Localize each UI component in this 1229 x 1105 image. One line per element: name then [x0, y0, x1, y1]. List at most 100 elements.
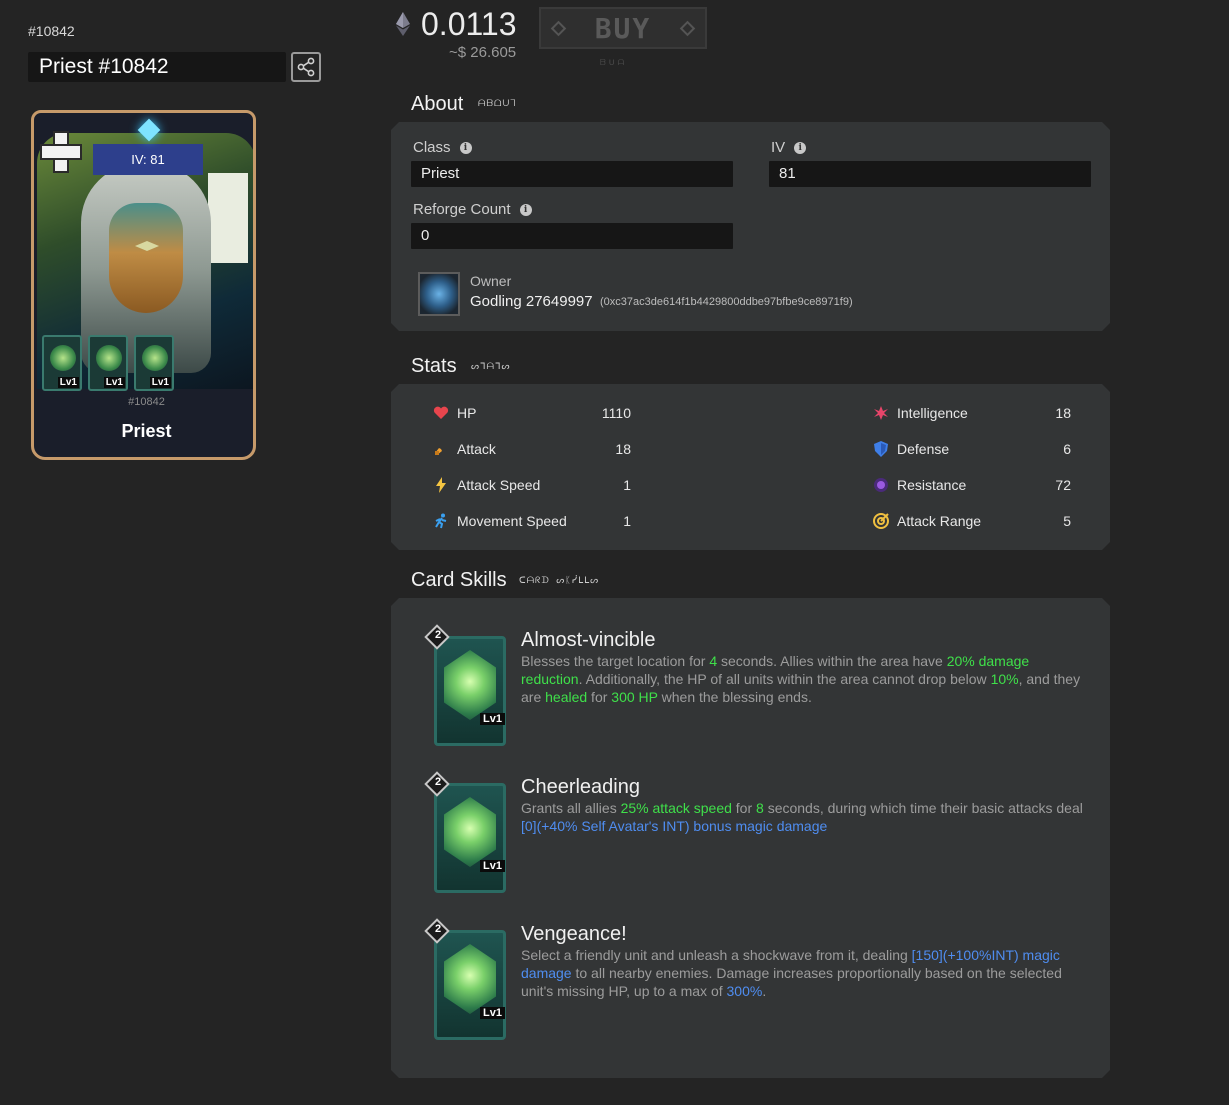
card-class-name: Priest	[121, 421, 172, 441]
buy-button[interactable]: BUY	[539, 7, 707, 49]
skill-text: for	[587, 689, 612, 705]
skill-description: Grants all allies 25% attack speed for 8…	[521, 799, 1086, 835]
card-skill-slots: Lv1 Lv1 Lv1	[42, 335, 174, 391]
iv-label-text: IV	[771, 139, 786, 156]
stat-attack-range-value: 5	[1063, 513, 1071, 529]
skill-icon-cheerleading[interactable]: 2 Lv1	[430, 775, 509, 896]
skill-cost: 2	[434, 776, 442, 788]
card-skills-title: Card Skills	[411, 569, 507, 591]
skill-highlight: 8	[756, 800, 764, 816]
about-rune: ᗩᗷᗝᑌᒣ	[478, 99, 517, 109]
stat-hp-value: 1110	[601, 405, 631, 421]
ethereum-icon	[396, 12, 410, 36]
stat-attack-speed: Attack Speed	[433, 475, 540, 495]
owner-avatar[interactable]	[418, 272, 460, 316]
owner-label: Owner	[470, 273, 512, 289]
price-eth: 0.0113	[421, 6, 517, 42]
skill-text: seconds. Allies within the area have	[717, 653, 947, 669]
skill-text: when the blessing ends.	[657, 689, 812, 705]
skill-level: Lv1	[480, 860, 505, 872]
stat-label: Attack	[457, 441, 496, 457]
stat-attack-value: 18	[615, 441, 631, 457]
skill-text: Blesses the target location for	[521, 653, 710, 669]
owner-address: (0xc37ac3de614f1b4429800ddbe97bfbe9ce897…	[600, 296, 853, 308]
orb-icon	[873, 477, 889, 493]
skill-cost: 2	[434, 629, 442, 641]
about-panel: Class i Priest IV i 81 Reforge Count i 0…	[391, 122, 1110, 331]
skill-name: Cheerleading	[521, 776, 640, 798]
stat-attack: Attack	[433, 439, 496, 459]
stat-attack-speed-value: 1	[623, 477, 631, 493]
skill-text: .	[762, 983, 767, 999]
mini-skill-almost-vincible: Lv1	[42, 335, 82, 391]
mini-skill-level: Lv1	[149, 377, 171, 388]
share-button[interactable]	[291, 52, 321, 82]
stat-movement-speed-value: 1	[623, 513, 631, 529]
class-field-label: Class i	[413, 139, 472, 156]
stat-label: Movement Speed	[457, 513, 567, 529]
skill-level: Lv1	[480, 713, 505, 725]
skill-name: Almost-vincible	[521, 629, 656, 651]
stats-title: Stats	[411, 355, 457, 377]
info-icon[interactable]: i	[460, 142, 472, 154]
skill-text: . Additionally, the HP of all units with…	[578, 671, 991, 687]
skill-cost: 2	[434, 923, 442, 935]
info-icon[interactable]: i	[520, 204, 532, 216]
target-icon	[873, 513, 889, 529]
skill-highlight: 25% attack speed	[620, 800, 732, 816]
stat-label: Attack Speed	[457, 477, 541, 493]
skill-highlight: 300%	[726, 983, 763, 999]
shield-icon	[873, 441, 889, 457]
mini-skill-cheerleading: Lv1	[88, 335, 128, 391]
iv-field: 81	[769, 161, 1091, 187]
stat-resistance-value: 72	[1055, 477, 1071, 493]
mini-skill-level: Lv1	[57, 377, 79, 388]
info-icon[interactable]: i	[794, 142, 806, 154]
card-frame: IV: 81 Lv1 Lv1 Lv1 #10842 Priest	[31, 110, 256, 460]
skill-text: Grants all allies	[521, 800, 621, 816]
stat-defense-value: 6	[1063, 441, 1071, 457]
skill-description: Select a friendly unit and unleash a sho…	[521, 946, 1086, 1000]
buy-label: BUY	[594, 11, 652, 45]
stat-label: Defense	[897, 441, 950, 457]
reforge-count-field: 0	[411, 223, 733, 249]
stat-label: HP	[457, 405, 477, 421]
owner-name-link[interactable]: Godling 27649997	[470, 293, 593, 310]
skill-highlight: 4	[709, 653, 718, 669]
iv-field-label: IV i	[771, 139, 806, 156]
stat-label: Attack Range	[897, 513, 982, 529]
skill-name: Vengeance!	[521, 923, 627, 945]
stat-defense: Defense	[873, 439, 949, 459]
skill-description: Blesses the target location for 4 second…	[521, 652, 1086, 706]
mini-skill-level: Lv1	[103, 377, 125, 388]
price-usd: ~$ 26.605	[449, 44, 517, 61]
skill-text: for	[731, 800, 757, 816]
skill-icon-almost-vincible[interactable]: 2 Lv1	[430, 628, 509, 749]
stats-rune: ᔕᒣᗩᒣᔕ	[471, 362, 511, 372]
share-icon	[297, 57, 315, 77]
skill-icon-vengeance[interactable]: 2 Lv1	[430, 922, 509, 1043]
card-skills-panel: 2 Lv1 Almost-vincible Blesses the target…	[391, 598, 1110, 1078]
skill-highlight: 10%	[990, 671, 1019, 687]
skill-level: Lv1	[480, 1007, 505, 1019]
star-burst-icon	[873, 405, 889, 421]
runner-icon	[433, 513, 449, 529]
card-skills-rune: ᑕᗩᖇᗪ ᔕᛕᓰᒪᒪᔕ	[519, 576, 600, 586]
stat-movement-speed: Movement Speed	[433, 511, 567, 531]
iv-badge: IV: 81	[93, 144, 203, 175]
class-field: Priest	[411, 161, 733, 187]
heart-icon	[433, 405, 449, 421]
priest-class-emblem-icon	[40, 131, 82, 173]
reforge-label-text: Reforge Count	[413, 201, 511, 218]
stat-intelligence-value: 18	[1055, 405, 1071, 421]
stat-attack-range: Attack Range	[873, 511, 981, 531]
skill-text: seconds, during which time their basic a…	[763, 800, 1083, 816]
about-title: About	[411, 93, 464, 115]
lightning-icon	[433, 477, 449, 493]
skill-highlight: 300 HP	[611, 689, 658, 705]
card-token-id: #10842	[128, 396, 165, 408]
skill-text: Select a friendly unit and unleash a sho…	[521, 947, 912, 963]
stat-resistance: Resistance	[873, 475, 966, 495]
skill-highlight: healed	[545, 689, 588, 705]
token-id: #10842	[28, 23, 75, 39]
